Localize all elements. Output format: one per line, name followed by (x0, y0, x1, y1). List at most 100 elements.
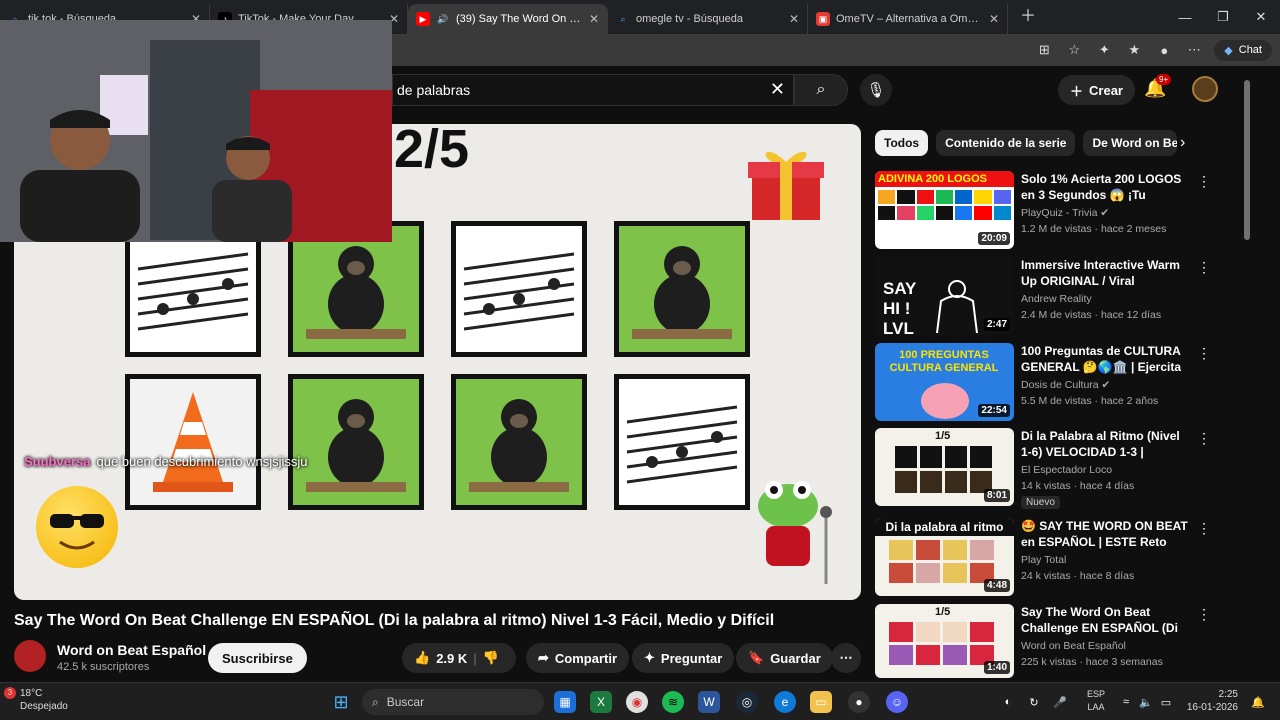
system-clock[interactable]: 2:25 16-01-2026 (1187, 688, 1238, 714)
video-title[interactable]: 100 Preguntas de CULTURA GENERAL 🤔🌎🏛️ | … (1021, 343, 1191, 375)
store-icon[interactable]: ▦ (554, 691, 576, 713)
close-window-icon[interactable]: ✕ (1242, 0, 1280, 34)
app-icon[interactable]: ⊞ (1034, 42, 1054, 58)
create-button[interactable]: ＋ Crear (1058, 75, 1135, 105)
account-avatar[interactable] (1192, 76, 1218, 102)
video-thumbnail[interactable]: 1/5 8:01 (875, 428, 1014, 506)
recommendation-item[interactable]: 100 PREGUNTAS CULTURA GENERAL 22:54 100 … (875, 343, 1245, 423)
notifications-button[interactable]: 🔔 9+ (1144, 74, 1172, 99)
more-options-icon[interactable]: ⋮ (1197, 259, 1211, 276)
card-chimpanzee (451, 374, 587, 510)
channel-name[interactable]: Dosis de Cultura ✔ (1021, 379, 1110, 391)
video-thumbnail[interactable]: Di la palabra al ritmo 4:48 (875, 518, 1014, 596)
share-button[interactable]: ➦ Compartir (526, 643, 630, 673)
video-thumbnail[interactable]: 1/5 1:40 (875, 604, 1014, 678)
tab-ometv[interactable]: ▣ OmeTV – Alternativa a Omegle pa ✕ (808, 4, 1008, 34)
video-thumbnail[interactable]: 100 PREGUNTAS CULTURA GENERAL 22:54 (875, 343, 1014, 421)
notifications-badge: 9+ (1156, 74, 1172, 85)
video-duration: 22:54 (978, 404, 1010, 417)
thumbs-up-icon[interactable]: 👍 (414, 650, 430, 666)
video-title[interactable]: Di la Palabra al Ritmo (Nivel 1-6) VELOC… (1021, 428, 1191, 460)
extensions-icon[interactable]: ✦ (1094, 42, 1114, 58)
wifi-icon[interactable]: ≈ (1118, 691, 1134, 713)
close-tab-icon[interactable]: ✕ (989, 12, 999, 26)
word-icon[interactable]: W (698, 691, 720, 713)
video-thumbnail[interactable]: SAY HI ! LVL 11 2:47 (875, 257, 1014, 335)
notifications-icon[interactable]: 🔔 (1250, 691, 1266, 713)
more-icon[interactable]: ⋯ (1184, 42, 1204, 58)
channel-name[interactable]: El Espectador Loco (1021, 464, 1112, 476)
volume-icon[interactable]: 🔈 (1138, 691, 1154, 713)
recommendation-item[interactable]: 1/5 1:40 Say The Word On Beat Challenge … (875, 604, 1245, 678)
microphone-icon[interactable]: 🎤 (1052, 691, 1068, 713)
input-language[interactable]: ESP LAA (1087, 688, 1105, 714)
tab-youtube[interactable]: ▶ 🔊 (39) Say The Word On Beat Ch ✕ (408, 4, 608, 34)
video-title[interactable]: Solo 1% Acierta 200 LOGOS en 3 Segundos … (1021, 171, 1191, 203)
like-count[interactable]: 2.9 K (436, 651, 467, 666)
star-icon[interactable]: ☆ (1064, 42, 1084, 58)
recommendation-item[interactable]: 1/5 8:01 Di la Palabra al Ritmo (Nivel 1… (875, 428, 1245, 509)
video-title[interactable]: 🤩 SAY THE WORD ON BEAT en ESPAÑOL | ESTE… (1021, 518, 1191, 550)
steam-icon[interactable]: ◎ (736, 691, 758, 713)
subscribe-button[interactable]: Suscribirse (208, 643, 307, 673)
taskbar-search[interactable]: ⌕ Buscar (362, 689, 544, 715)
weather-temp: 18°C (20, 688, 43, 699)
battery-icon[interactable]: ▭ (1158, 691, 1174, 713)
like-dislike-group: 👍 2.9 K | 👎 (402, 643, 516, 673)
recommendation-item[interactable]: SAY HI ! LVL 11 2:47 Immersive Interacti… (875, 257, 1245, 337)
spotify-icon[interactable]: ≋ (662, 691, 684, 713)
excel-icon[interactable]: X (590, 691, 612, 713)
chip-all[interactable]: Todos (875, 130, 929, 156)
more-actions-button[interactable]: ⋯ (831, 643, 861, 673)
more-options-icon[interactable]: ⋮ (1197, 345, 1211, 362)
clear-search-icon[interactable]: ✕ (770, 79, 785, 100)
speaker-icon[interactable]: 🔊 (436, 12, 450, 26)
voice-search-button[interactable]: 🎙 (860, 74, 892, 106)
window-controls: — ❐ ✕ (1166, 0, 1280, 34)
channel-name[interactable]: PlayQuiz - Trivia ✔ (1021, 207, 1109, 219)
save-button[interactable]: 🔖 Guardar (736, 643, 833, 673)
chat-button[interactable]: ◆ Chat (1214, 39, 1272, 61)
edge-icon[interactable]: e (774, 691, 796, 713)
chrome-icon[interactable]: ◉ (626, 691, 648, 713)
tab-omegle-search[interactable]: ⌕ omegle tv - Búsqueda ✕ (608, 4, 808, 34)
close-tab-icon[interactable]: ✕ (789, 12, 799, 26)
video-title[interactable]: Say The Word On Beat Challenge EN ESPAÑO… (1021, 604, 1191, 636)
restore-icon[interactable]: ❐ (1204, 0, 1242, 34)
thumbs-down-icon[interactable]: 👎 (483, 650, 499, 666)
tray-icon[interactable]: ◐ (1000, 691, 1016, 713)
chevron-right-icon[interactable]: › (1180, 134, 1185, 152)
page-scrollbar[interactable] (1244, 80, 1250, 240)
refresh-icon[interactable]: ↻ (1026, 691, 1042, 713)
more-options-icon[interactable]: ⋮ (1197, 520, 1211, 537)
search-input[interactable]: de palabras ✕ (392, 74, 794, 106)
channel-name[interactable]: Andrew Reality (1021, 293, 1092, 305)
channel-avatar[interactable] (14, 640, 46, 672)
file-explorer-icon[interactable]: ▭ (810, 691, 832, 713)
search-button[interactable]: ⌕ (794, 74, 848, 106)
minimize-icon[interactable]: — (1166, 0, 1204, 34)
chip-from-channel[interactable]: De Word on Beat (1083, 130, 1178, 156)
obs-icon[interactable]: ● (848, 691, 870, 713)
channel-name[interactable]: Word on Beat Español (57, 642, 206, 658)
more-options-icon[interactable]: ⋮ (1197, 173, 1211, 190)
weather-widget[interactable]: 3 18°C Despejado (4, 687, 68, 713)
video-thumbnail[interactable]: ADIVINA 200 LOGOS 20:09 (875, 171, 1014, 249)
video-meta: 225 k vistas · hace 3 semanas (1021, 656, 1163, 668)
close-tab-icon[interactable]: ✕ (589, 12, 599, 26)
windows-start-icon[interactable]: ⊞ (330, 691, 352, 713)
video-title[interactable]: Immersive Interactive Warm Up ORIGINAL /… (1021, 257, 1191, 289)
favorites-icon[interactable]: ★ (1124, 42, 1144, 58)
profile-icon[interactable]: ● (1154, 43, 1174, 58)
channel-name[interactable]: Play Total (1021, 554, 1066, 566)
recommendation-item[interactable]: Di la palabra al ritmo 4:48 🤩 SAY THE WO… (875, 518, 1245, 598)
new-tab-icon[interactable]: ＋ (1020, 2, 1036, 26)
recommendation-item[interactable]: ADIVINA 200 LOGOS 20:09 Solo 1% Acierta … (875, 171, 1245, 251)
music-notes-icon (137, 252, 249, 331)
more-options-icon[interactable]: ⋮ (1197, 430, 1211, 447)
discord-icon[interactable]: ☺ (886, 691, 908, 713)
channel-name[interactable]: Word on Beat Español (1021, 640, 1126, 652)
more-options-icon[interactable]: ⋮ (1197, 606, 1211, 623)
ask-button[interactable]: ✦ Preguntar (632, 643, 735, 673)
chip-series[interactable]: Contenido de la serie (936, 130, 1076, 156)
